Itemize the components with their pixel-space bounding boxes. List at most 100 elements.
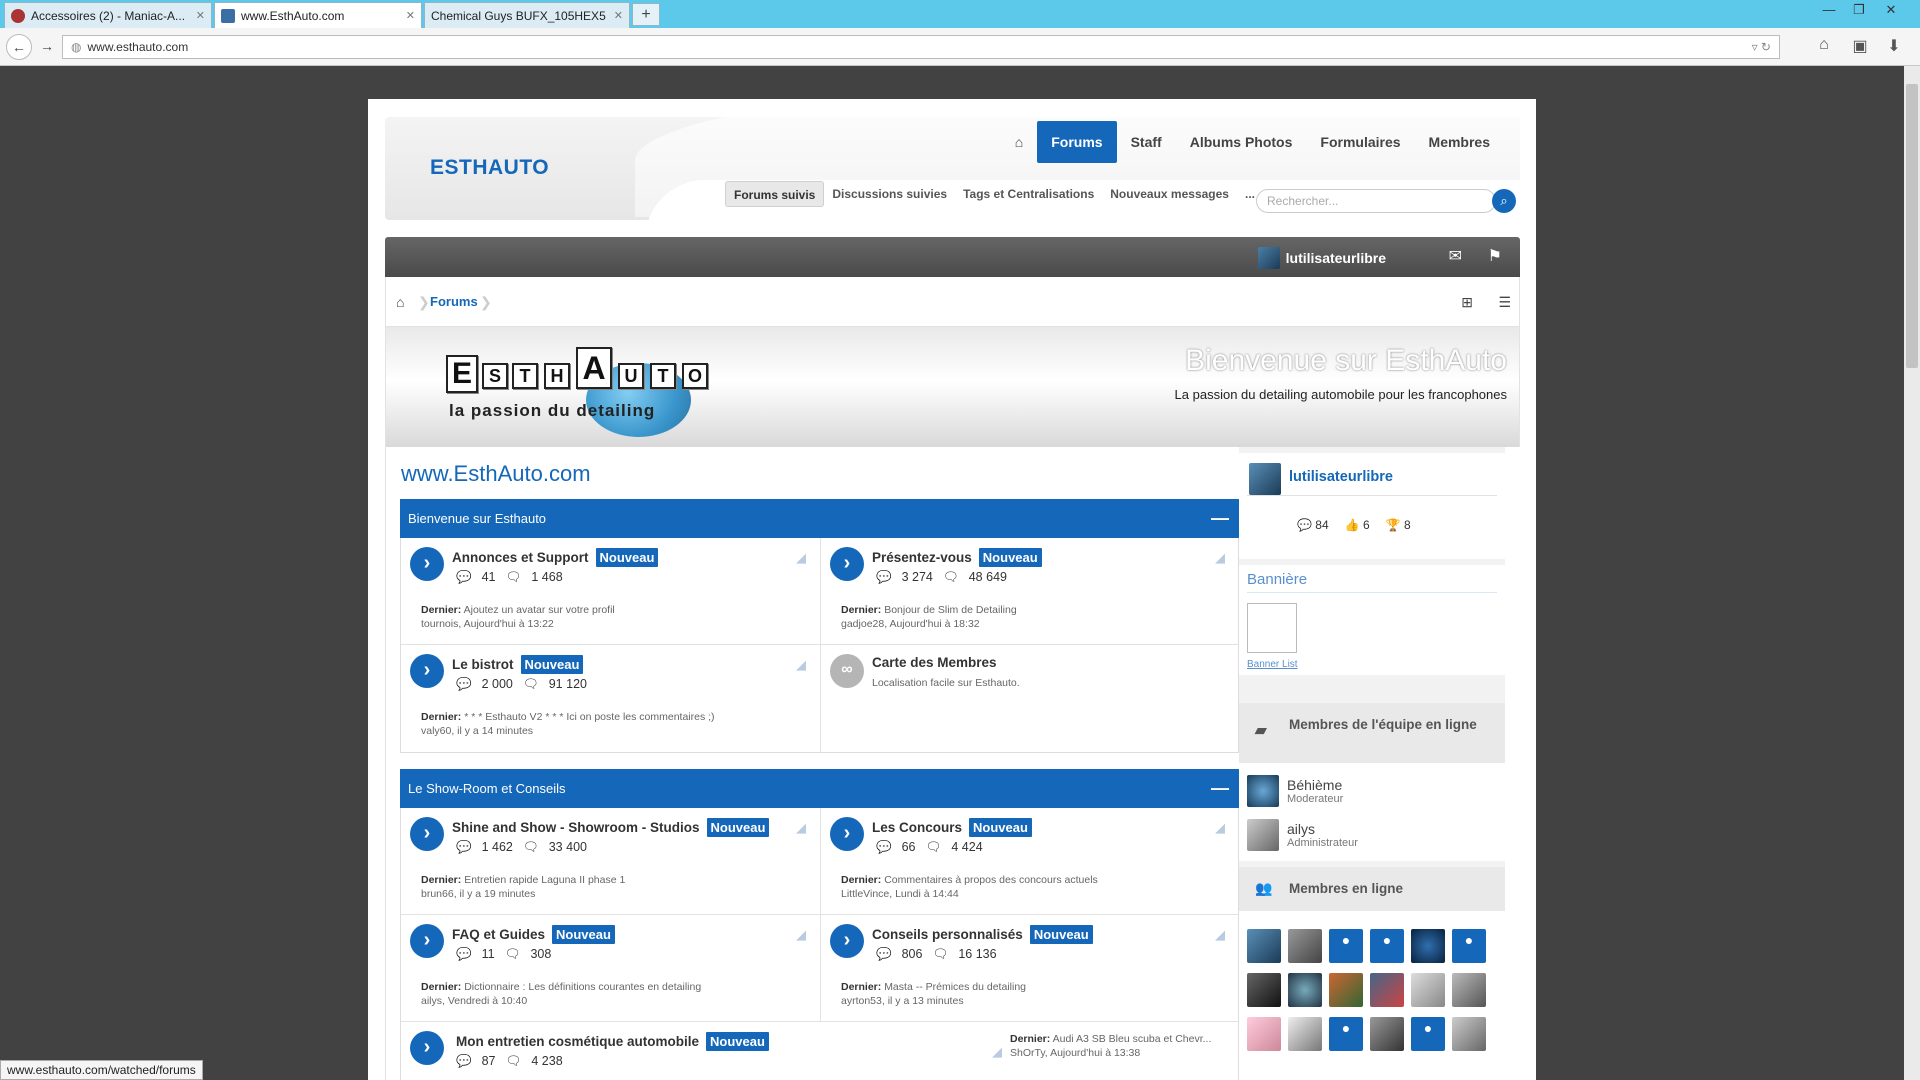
last-post-title[interactable]: Dictionnaire : Les définitions courantes…: [464, 981, 701, 993]
rss-icon[interactable]: ◢: [992, 1044, 1002, 1060]
window-close-icon[interactable]: ✕: [1876, 2, 1906, 18]
forum-title[interactable]: Mon entretien cosmétique automobile: [456, 1034, 699, 1049]
sidebar-username[interactable]: lutilisateurlibre: [1289, 469, 1393, 485]
rss-icon[interactable]: ◢: [796, 927, 806, 943]
forum-node[interactable]: › Annonces et Support Nouveau 💬 41 🗨 1 468 ◢…: [401, 538, 820, 645]
new-tab-button[interactable]: +: [632, 3, 660, 26]
category-header[interactable]: Le Show-Room et Conseils —: [400, 769, 1239, 808]
rss-icon[interactable]: ◢: [1215, 820, 1225, 836]
staff-member[interactable]: ailys Administrateur: [1247, 819, 1358, 851]
collapse-icon[interactable]: —: [1211, 769, 1229, 808]
last-post-title[interactable]: Entretien rapide Laguna II phase 1: [464, 874, 625, 886]
staff-name[interactable]: ailys: [1287, 821, 1358, 837]
forum-node[interactable]: › FAQ et Guides Nouveau 💬 11 🗨 308 ◢ Dernier…: [401, 915, 820, 1022]
forum-node[interactable]: › Shine and Show - Showroom - Studios Nou…: [401, 808, 820, 915]
nav-albums[interactable]: Albums Photos: [1176, 121, 1307, 163]
member-avatar[interactable]: [1370, 973, 1404, 1007]
nav-formulaires[interactable]: Formulaires: [1306, 121, 1414, 163]
banner-image[interactable]: [1247, 603, 1297, 653]
browser-tab-2[interactable]: Chemical Guys BUFX_105HEX5 ... ✕: [424, 2, 630, 28]
nav-home[interactable]: ⌂: [1001, 121, 1037, 163]
scrollbar-thumb[interactable]: [1906, 84, 1918, 368]
browser-tab-1[interactable]: www.EsthAuto.com ✕: [214, 2, 422, 28]
last-post-title[interactable]: Ajoutez un avatar sur votre profil: [464, 604, 615, 616]
forum-node[interactable]: › Présentez-vous Nouveau 💬 3 274 🗨 48 649 ◢ …: [820, 538, 1239, 645]
rss-icon[interactable]: ◢: [796, 550, 806, 566]
bookmarks-icon[interactable]: ▣: [1848, 36, 1872, 56]
forum-node-wide[interactable]: › Mon entretien cosmétique automobile Nou…: [401, 1022, 1238, 1080]
browser-tab-0[interactable]: Accessoires (2) - Maniac-A... ✕: [4, 2, 212, 28]
forum-title[interactable]: FAQ et Guides: [452, 927, 545, 942]
search-button[interactable]: ⌕: [1492, 189, 1516, 213]
subnav-forums-suivis[interactable]: Forums suivis: [725, 181, 825, 207]
last-post-title[interactable]: Audi A3 SB Bleu scuba et Chevr...: [1053, 1033, 1212, 1045]
nav-staff[interactable]: Staff: [1117, 121, 1176, 163]
member-avatar[interactable]: [1411, 929, 1445, 963]
url-bar[interactable]: ◍ www.esthauto.com ▿ ↻: [62, 35, 1780, 59]
forum-node[interactable]: ∞ Carte des Membres Localisation facile …: [820, 645, 1239, 752]
member-avatar[interactable]: [1329, 973, 1363, 1007]
user-menu[interactable]: lutilisateurlibre: [1257, 247, 1386, 269]
subnav-discussions-suivies[interactable]: Discussions suivies: [824, 181, 955, 207]
breadcrumb-home-icon[interactable]: ⌂: [396, 277, 404, 327]
last-post-title[interactable]: Commentaires à propos des concours actue…: [884, 874, 1098, 886]
maximize-icon[interactable]: ❐: [1844, 2, 1874, 18]
nav-membres[interactable]: Membres: [1415, 121, 1504, 163]
forum-title[interactable]: Conseils personnalisés: [872, 927, 1023, 942]
default-avatar-icon[interactable]: [1329, 1017, 1363, 1051]
forum-title[interactable]: Les Concours: [872, 820, 962, 835]
default-avatar-icon[interactable]: [1370, 929, 1404, 963]
category-header[interactable]: Bienvenue sur Esthauto —: [400, 499, 1239, 538]
search-input[interactable]: Rechercher...: [1256, 189, 1496, 213]
home-icon[interactable]: ⌂: [1812, 36, 1836, 54]
nav-forums[interactable]: Forums: [1037, 121, 1117, 163]
subnav-tags[interactable]: Tags et Centralisations: [955, 181, 1102, 207]
flag-icon[interactable]: ⚑: [1488, 246, 1502, 266]
avatar[interactable]: [1249, 463, 1281, 495]
member-avatar[interactable]: [1247, 929, 1281, 963]
forum-title[interactable]: Carte des Membres: [872, 655, 997, 670]
member-avatar[interactable]: [1247, 973, 1281, 1007]
banner-list-link[interactable]: Banner List: [1247, 659, 1298, 670]
rss-icon[interactable]: ◢: [796, 657, 806, 673]
member-avatar[interactable]: [1288, 1017, 1322, 1051]
sitemap-icon[interactable]: ⊞: [1461, 277, 1473, 327]
menu-icon[interactable]: ☰: [1498, 277, 1511, 327]
collapse-icon[interactable]: —: [1211, 499, 1229, 538]
forum-title[interactable]: Annonces et Support: [452, 550, 589, 565]
close-icon[interactable]: ✕: [196, 9, 205, 22]
forum-title[interactable]: Le bistrot: [452, 657, 514, 672]
minimize-icon[interactable]: —: [1814, 2, 1844, 17]
member-avatar[interactable]: [1452, 973, 1486, 1007]
forum-title[interactable]: Présentez-vous: [872, 550, 972, 565]
default-avatar-icon[interactable]: [1452, 929, 1486, 963]
default-avatar-icon[interactable]: [1411, 1017, 1445, 1051]
download-icon[interactable]: ⬇: [1882, 36, 1906, 56]
breadcrumb-forums[interactable]: Forums: [430, 277, 478, 327]
staff-name[interactable]: Béhième: [1287, 777, 1343, 793]
forward-icon[interactable]: →: [34, 34, 60, 60]
close-icon[interactable]: ✕: [406, 9, 415, 22]
member-avatar[interactable]: [1288, 929, 1322, 963]
forum-node[interactable]: › Le bistrot Nouveau 💬 2 000 🗨 91 120 ◢ Dern…: [401, 645, 820, 752]
member-avatar[interactable]: [1411, 973, 1445, 1007]
subnav-nouveaux-messages[interactable]: Nouveaux messages: [1102, 181, 1237, 207]
last-post-title[interactable]: Bonjour de Slim de Detailing: [884, 604, 1017, 616]
member-avatar[interactable]: [1370, 1017, 1404, 1051]
default-avatar-icon[interactable]: [1329, 929, 1363, 963]
rss-icon[interactable]: ◢: [796, 820, 806, 836]
forum-node[interactable]: › Les Concours Nouveau 💬 66 🗨 4 424 ◢ Dernie…: [820, 808, 1239, 915]
last-post-title[interactable]: Masta -- Prémices du detailing: [884, 981, 1026, 993]
forum-node[interactable]: › Conseils personnalisés Nouveau 💬 806 🗨 16 …: [820, 915, 1239, 1022]
close-icon[interactable]: ✕: [614, 9, 623, 22]
reload-icon[interactable]: ▿ ↻: [1752, 40, 1779, 54]
staff-member[interactable]: Béhième Moderateur: [1247, 775, 1343, 807]
back-icon[interactable]: ←: [6, 34, 32, 60]
last-post-title[interactable]: * * * Esthauto V2 * * * Ici on poste les…: [464, 711, 714, 723]
forum-title[interactable]: Shine and Show - Showroom - Studios: [452, 820, 700, 835]
site-logo[interactable]: ESTHAUTO: [430, 156, 549, 180]
envelope-icon[interactable]: ✉: [1449, 246, 1462, 266]
member-avatar[interactable]: [1247, 1017, 1281, 1051]
member-avatar[interactable]: [1452, 1017, 1486, 1051]
rss-icon[interactable]: ◢: [1215, 927, 1225, 943]
